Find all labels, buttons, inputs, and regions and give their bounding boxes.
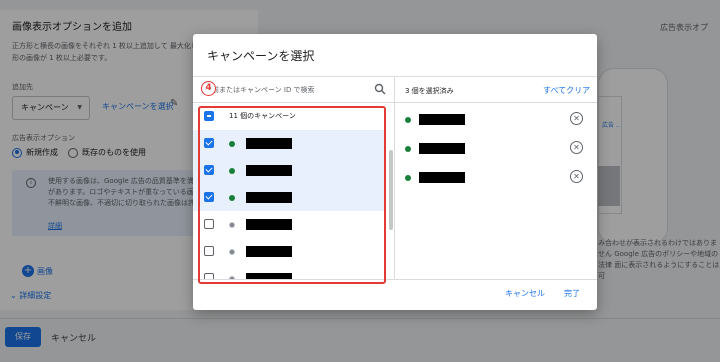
selected-campaign-row: ✕	[395, 165, 597, 194]
status-active-icon	[405, 175, 411, 181]
dialog-done-button[interactable]: 完了	[564, 288, 580, 299]
selected-header: 3 個を選択済み すべてクリア	[395, 77, 597, 103]
campaign-search-input[interactable]	[205, 82, 365, 98]
dialog-title: キャンペーンを選択	[207, 49, 315, 63]
search-icon[interactable]	[374, 83, 386, 95]
remove-icon[interactable]: ✕	[570, 170, 583, 183]
remove-icon[interactable]: ✕	[570, 141, 583, 154]
campaign-name-redacted	[419, 114, 465, 125]
dialog-cancel-button[interactable]: キャンセル	[505, 288, 545, 299]
status-active-icon	[405, 146, 411, 152]
list-scrollbar[interactable]	[389, 150, 393, 230]
remove-icon[interactable]: ✕	[570, 112, 583, 125]
selected-count: 3 個を選択済み	[405, 87, 454, 95]
campaign-name-redacted	[419, 143, 465, 154]
campaign-name-redacted	[419, 172, 465, 183]
selected-campaign-row: ✕	[395, 107, 597, 136]
search-row	[193, 77, 394, 103]
clear-all-button[interactable]: すべてクリア	[543, 85, 590, 96]
annotation-highlight-box	[198, 106, 386, 284]
annotation-step-number: 4	[201, 81, 216, 96]
selected-campaign-row: ✕	[395, 136, 597, 165]
status-active-icon	[405, 117, 411, 123]
